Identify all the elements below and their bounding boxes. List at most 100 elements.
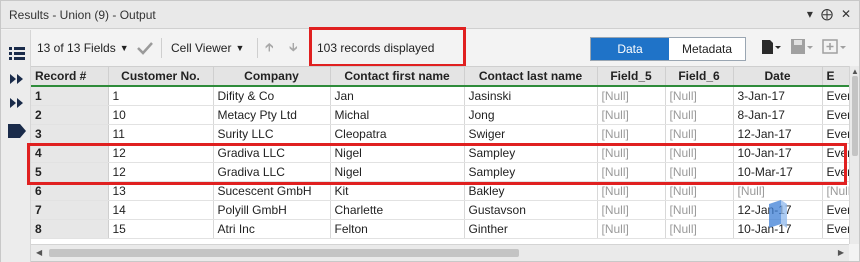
table-cell[interactable]: Surity LLC [213,124,331,144]
table-cell[interactable]: Cleopatra [330,124,465,144]
table-cell[interactable]: [Null] [597,124,666,144]
table-cell[interactable]: Ever [822,162,849,182]
metadata-tab[interactable]: Metadata [669,38,745,60]
table-cell[interactable]: 8-Jan-17 [733,105,823,125]
table-cell[interactable]: Sucescent GmbH [213,181,331,201]
table-cell[interactable]: Ever [822,105,849,125]
table-cell[interactable]: Charlette [330,200,465,220]
table-cell[interactable]: [Null] [665,219,734,239]
table-row[interactable]: 5 12 Gradiva LLC Nigel Sampley [Null] [Null] 10… [31,162,849,182]
copy-icon[interactable] [759,38,781,56]
table-cell[interactable]: Metacy Pty Ltd [213,105,331,125]
scroll-right-icon[interactable]: ▶ [838,248,844,257]
column-header[interactable]: Contact last name [464,67,598,87]
table-cell[interactable]: Ever [822,143,849,163]
table-cell[interactable]: [Null] [597,143,666,163]
arrow-up-icon[interactable]: 🡱 [265,39,274,57]
table-cell[interactable]: Felton [330,219,465,239]
table-cell[interactable]: [Null] [822,181,849,201]
table-cell[interactable]: [Null] [597,181,666,201]
column-header[interactable]: Company [213,67,331,87]
fields-dropdown[interactable]: 13 of 13 Fields ▼ [37,39,129,57]
table-cell[interactable]: 10-Jan-17 [733,143,823,163]
table-cell[interactable]: Nigel [330,162,465,182]
record-number-cell[interactable]: 6 [31,181,109,201]
column-header[interactable]: Customer No. [108,67,214,87]
table-cell[interactable]: Gustavson [464,200,598,220]
record-number-cell[interactable]: 2 [31,105,109,125]
table-cell[interactable]: Sampley [464,143,598,163]
table-cell[interactable]: Swiger [464,124,598,144]
table-cell[interactable]: 1 [108,86,214,106]
table-row[interactable]: 2 10 Metacy Pty Ltd Michal Jong [Null] [Null] 8… [31,105,849,125]
table-cell[interactable]: Jasinski [464,86,598,106]
table-cell[interactable]: Nigel [330,143,465,163]
record-number-cell[interactable]: 7 [31,200,109,220]
table-row[interactable]: 3 11 Surity LLC Cleopatra Swiger [Null] [Null]… [31,124,849,144]
pin-icon[interactable]: ⨁ [821,7,833,21]
table-cell[interactable]: [Null] [665,105,734,125]
horizontal-scroll-thumb[interactable] [49,249,519,257]
table-cell[interactable]: Sampley [464,162,598,182]
table-cell[interactable]: Ever [822,86,849,106]
table-cell[interactable]: Kit [330,181,465,201]
column-header[interactable]: Record # [31,67,109,87]
table-cell[interactable]: Difity & Co [213,86,331,106]
table-cell[interactable]: Bakley [464,181,598,201]
table-cell[interactable]: [Null] [597,162,666,182]
column-header[interactable]: Field_6 [665,67,734,87]
column-header[interactable]: Contact first name [330,67,465,87]
table-cell[interactable]: Ginther [464,219,598,239]
table-row[interactable]: 8 15 Atri Inc Felton Ginther [Null] [Null] 10-J… [31,219,849,239]
table-cell[interactable]: 12-Jan-17 [733,124,823,144]
table-cell[interactable]: [Null] [665,200,734,220]
record-number-cell[interactable]: 4 [31,143,109,163]
table-cell[interactable]: 14 [108,200,214,220]
table-cell[interactable]: [Null] [665,86,734,106]
save-icon[interactable] [789,38,813,56]
table-cell[interactable]: 15 [108,219,214,239]
record-number-cell[interactable]: 1 [31,86,109,106]
fast-forward-alt-icon[interactable] [7,94,27,112]
table-cell[interactable]: Atri Inc [213,219,331,239]
tag-icon[interactable] [7,122,27,140]
table-cell[interactable]: 12 [108,143,214,163]
record-number-cell[interactable]: 3 [31,124,109,144]
table-cell[interactable]: 11 [108,124,214,144]
add-icon[interactable] [821,38,847,56]
apply-check-icon[interactable] [137,39,153,57]
table-cell[interactable]: [Null] [597,200,666,220]
column-header[interactable]: Date [733,67,823,87]
dropdown-icon[interactable]: ▾ [807,7,813,21]
table-cell[interactable]: 10-Mar-17 [733,162,823,182]
table-cell[interactable]: [Null] [665,143,734,163]
table-cell[interactable]: 13 [108,181,214,201]
table-cell[interactable]: Ever [822,124,849,144]
table-row[interactable]: 7 14 Polyill GmbH Charlette Gustavson [Null][… [31,200,849,220]
table-cell[interactable]: [Null] [665,181,734,201]
vertical-scrollbar[interactable]: ▲ [849,66,859,244]
list-icon[interactable] [7,44,27,62]
table-cell[interactable]: 10 [108,105,214,125]
table-row[interactable]: 6 13 Sucescent GmbH Kit Bakley [Null] [Null] [N… [31,181,849,201]
horizontal-scrollbar[interactable]: ◀ ▶ [31,244,849,261]
data-tab[interactable]: Data [591,38,669,60]
table-cell[interactable]: Polyill GmbH [213,200,331,220]
table-cell[interactable]: Gradiva LLC [213,143,331,163]
table-cell[interactable]: [Null] [665,162,734,182]
table-cell[interactable]: 12 [108,162,214,182]
record-number-cell[interactable]: 8 [31,219,109,239]
table-cell[interactable]: Gradiva LLC [213,162,331,182]
table-cell[interactable]: Jan [330,86,465,106]
vertical-scroll-thumb[interactable] [852,76,858,156]
table-cell[interactable]: Michal [330,105,465,125]
record-number-cell[interactable]: 5 [31,162,109,182]
column-header[interactable]: Field_5 [597,67,666,87]
arrow-down-icon[interactable]: 🡳 [289,39,298,57]
table-cell[interactable]: [Null] [665,124,734,144]
table-cell[interactable]: 3-Jan-17 [733,86,823,106]
table-cell[interactable]: Jong [464,105,598,125]
table-cell[interactable]: Ever [822,200,849,220]
table-row[interactable]: 1 1 Difity & Co Jan Jasinski [Null] [Null] 3-Ja… [31,86,849,106]
scroll-up-icon[interactable]: ▲ [851,67,859,76]
